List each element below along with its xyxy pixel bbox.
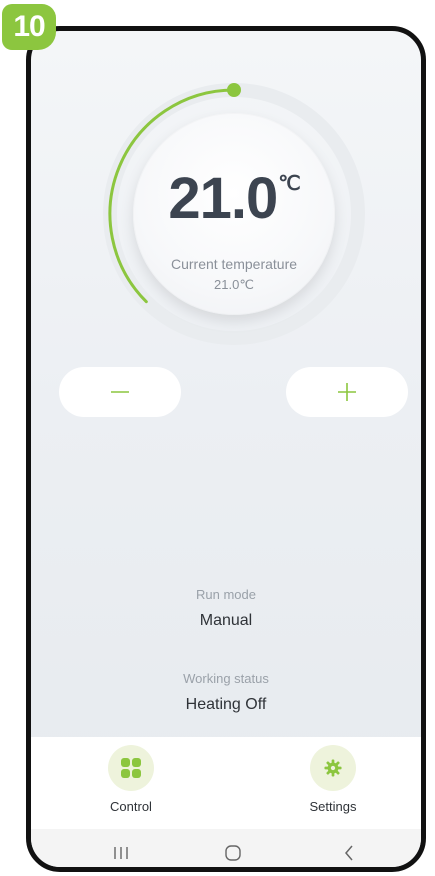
- working-status-section: Working status Heating Off: [31, 671, 421, 714]
- increase-temperature-button[interactable]: [286, 367, 408, 417]
- plus-icon: [338, 383, 356, 401]
- set-temperature-value: 21.0: [168, 166, 278, 231]
- working-status-value: Heating Off: [185, 696, 267, 713]
- run-mode-value: Manual: [199, 612, 253, 629]
- step-number-badge: 10: [2, 4, 56, 50]
- tab-control-label: Control: [110, 799, 152, 814]
- dial-center: 21.0℃ Current temperature 21.0℃: [133, 113, 335, 315]
- phone-frame: 21.0℃ Current temperature 21.0℃ Run mode…: [26, 26, 426, 872]
- current-temperature-value: 21.0℃: [214, 277, 254, 292]
- grid-icon: [108, 745, 154, 791]
- tab-settings[interactable]: Settings: [273, 745, 393, 814]
- back-button[interactable]: [329, 841, 369, 865]
- recent-apps-button[interactable]: [101, 841, 141, 865]
- system-nav-bar: [31, 829, 421, 867]
- decrease-temperature-button[interactable]: [59, 367, 181, 417]
- minus-icon: [111, 391, 129, 393]
- back-icon: [345, 845, 353, 861]
- dial-handle[interactable]: [227, 83, 241, 97]
- run-mode-label: Run mode: [196, 587, 256, 602]
- set-temperature: 21.0℃: [133, 165, 335, 232]
- tab-settings-label: Settings: [309, 799, 357, 814]
- working-status-label: Working status: [183, 671, 269, 686]
- set-temperature-unit: ℃: [278, 173, 300, 195]
- run-mode-section: Run mode Manual: [31, 587, 421, 630]
- thermostat-dial[interactable]: 21.0℃ Current temperature 21.0℃: [103, 83, 365, 345]
- home-icon: [225, 845, 241, 861]
- recent-apps-icon: [114, 847, 128, 859]
- home-button[interactable]: [213, 841, 253, 865]
- current-temperature-label: Current temperature: [170, 256, 298, 272]
- gear-icon: [310, 745, 356, 791]
- tab-control[interactable]: Control: [71, 745, 191, 814]
- bottom-tab-bar: Control Settings: [31, 737, 421, 829]
